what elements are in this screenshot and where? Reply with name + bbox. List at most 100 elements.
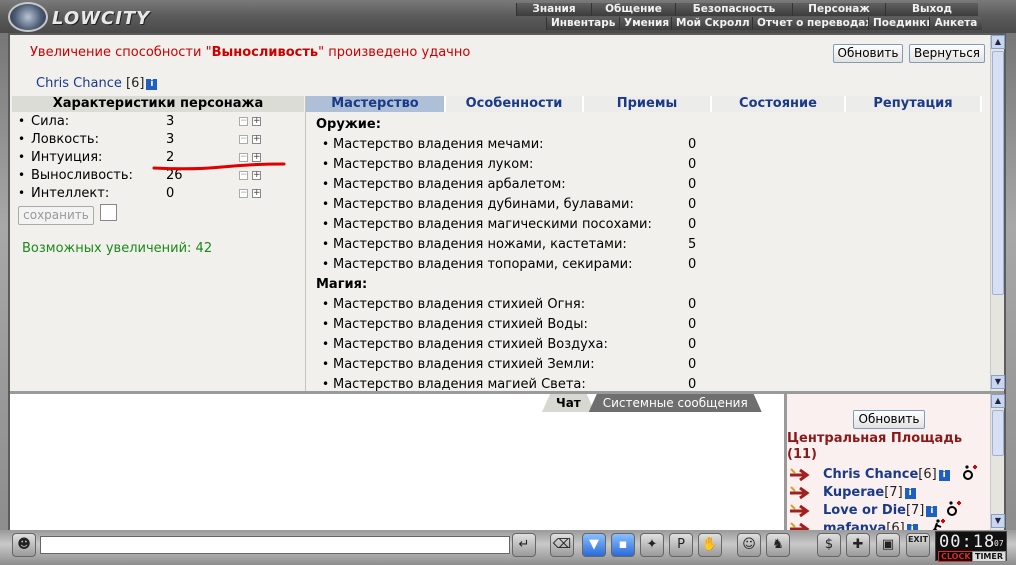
scroll-up-icon[interactable]: ▲ xyxy=(991,35,1005,49)
increase-strength-button[interactable]: + xyxy=(252,117,261,126)
info-icon[interactable]: i xyxy=(146,79,158,90)
save-button[interactable]: сохранить xyxy=(18,206,94,225)
menu-item-battles[interactable]: Поединки xyxy=(868,17,934,30)
stat-label: Выносливость: xyxy=(31,168,133,183)
tab-chat[interactable]: Чат xyxy=(542,394,595,412)
running-man-icon xyxy=(932,519,945,530)
user-name[interactable]: Love or Die[7] i xyxy=(823,503,938,518)
chat-input[interactable] xyxy=(40,536,510,554)
scrollbar-thumb[interactable] xyxy=(992,51,1004,295)
info-icon[interactable]: i xyxy=(926,506,938,517)
clock-label[interactable]: CLOCK xyxy=(938,551,974,562)
online-scrollbar[interactable]: ▲ ▼ xyxy=(990,394,1005,530)
online-users-panel: Обновить Центральная Площадь (11) Chris … xyxy=(787,394,990,530)
logo-emblem-icon xyxy=(8,2,48,32)
scroll-up-icon[interactable]: ▲ xyxy=(991,394,1005,408)
menu-item-character[interactable]: Персонаж xyxy=(792,3,885,16)
skill-row: • Мастерство владения мечами: 0 xyxy=(322,137,697,152)
menu-item-exit[interactable]: Выход xyxy=(885,3,978,16)
inventory-box-icon[interactable]: ▣ xyxy=(876,533,900,557)
menu-item-security[interactable]: Безопасность xyxy=(675,3,792,16)
exit-door-icon[interactable]: EXIT xyxy=(906,533,930,557)
red-annotation-line xyxy=(152,162,286,171)
user-name[interactable]: mafanya[6] i xyxy=(823,521,918,530)
skill-row: • Мастерство владения магией Света: 0 xyxy=(322,377,697,391)
clock-time: 00:18 xyxy=(939,532,996,552)
skill-row: • Мастерство владения арбалетом: 0 xyxy=(322,177,697,192)
stat-row-strength: • Сила: 3 − + xyxy=(18,114,261,129)
speaker-head-icon[interactable]: ☻ xyxy=(12,533,36,557)
tab-reputation[interactable]: Репутация xyxy=(846,96,982,112)
logo-text: LOWCITY xyxy=(52,8,151,29)
save-checkbox[interactable] xyxy=(100,204,117,221)
decrease-strength-button[interactable]: − xyxy=(239,117,248,126)
refresh-button[interactable]: Обновить xyxy=(833,44,903,63)
menu-item-my-scroll[interactable]: Мой Скролл xyxy=(671,17,752,30)
attack-arrow-icon[interactable] xyxy=(789,504,811,518)
scroll-down-icon[interactable]: ▼ xyxy=(991,375,1005,389)
knight-helmet-icon[interactable]: ♞ xyxy=(766,533,790,557)
menu-item-communication[interactable]: Общение xyxy=(591,3,675,16)
chat-area[interactable]: Чат Системные сообщения xyxy=(10,394,784,530)
user-row: Chris Chance[6] i xyxy=(789,465,989,485)
attack-arrow-icon[interactable] xyxy=(789,468,811,482)
menu-item-inventory[interactable]: Инвентарь xyxy=(546,17,619,30)
info-icon[interactable]: i xyxy=(904,488,916,499)
increase-agility-button[interactable]: + xyxy=(252,135,261,144)
info-icon[interactable]: i xyxy=(938,470,950,481)
eraser-icon[interactable]: ⌫ xyxy=(550,533,574,557)
message-stat-name: Выносливость xyxy=(211,45,319,60)
tab-mastery[interactable]: Мастерство xyxy=(306,96,446,112)
menu-item-skills[interactable]: Умения xyxy=(619,17,671,30)
smiley-icon[interactable]: ☺ xyxy=(737,533,761,557)
user-name[interactable]: Chris Chance[6] i xyxy=(823,467,950,482)
magic-header: Магия: xyxy=(316,277,368,292)
attack-arrow-icon[interactable] xyxy=(789,522,811,530)
skill-row: • Мастерство владения магическими посохам… xyxy=(322,217,697,232)
backpack-icon[interactable]: ✚ xyxy=(846,533,870,557)
skill-row: • Мастерство владения стихией Земли: 0 xyxy=(322,357,697,372)
send-enter-icon[interactable]: ↵ xyxy=(512,533,536,557)
scrollbar-thumb[interactable] xyxy=(992,410,1004,456)
increase-intellect-button[interactable]: + xyxy=(252,189,261,198)
character-name[interactable]: Chris Chance [6] i xyxy=(36,76,158,91)
tab-features[interactable]: Особенности xyxy=(446,96,584,112)
clock-seconds: 07 xyxy=(994,539,1004,548)
timer-label[interactable]: TIMER xyxy=(972,551,1007,562)
sub-menu: Инвентарь Умения Мой Скролл Отчет о пере… xyxy=(546,17,982,30)
skill-row: • Мастерство владения стихией Огня: 0 xyxy=(322,297,697,312)
scroll-down-icon[interactable]: ▼ xyxy=(991,514,1005,528)
stat-label: Ловкость: xyxy=(31,132,99,147)
panel-divider xyxy=(305,96,306,391)
menu-item-transfer-report[interactable]: Отчет о переводах xyxy=(752,17,872,30)
decrease-agility-button[interactable]: − xyxy=(239,135,248,144)
chat-tabs: Чат Системные сообщения xyxy=(542,394,756,412)
user-name[interactable]: Kuperae[7] i xyxy=(823,485,916,500)
online-refresh-button[interactable]: Обновить xyxy=(853,410,925,429)
stat-value: 3 xyxy=(166,132,175,147)
content-scrollbar[interactable]: ▲ ▼ xyxy=(990,35,1005,391)
running-man-icon[interactable]: ✦ xyxy=(640,533,664,557)
private-letter-icon[interactable]: P xyxy=(669,533,693,557)
stat-label: Интуиция: xyxy=(31,150,103,165)
character-panel: Увеличение способности "Выносливость" пр… xyxy=(10,35,990,391)
main-window: Увеличение способности "Выносливость" пр… xyxy=(8,33,1006,530)
character-level: [6] xyxy=(126,76,145,91)
user-row: mafanya[6] i xyxy=(789,519,989,530)
back-button[interactable]: Вернуться xyxy=(909,44,985,63)
tab-system-messages[interactable]: Системные сообщения xyxy=(589,394,762,412)
tab-techniques[interactable]: Приемы xyxy=(584,96,712,112)
money-bag-icon[interactable]: $ xyxy=(817,533,841,557)
save-disk-icon[interactable]: ▪ xyxy=(611,533,635,557)
menu-item-knowledge[interactable]: Знания xyxy=(516,3,591,16)
skill-row: • Мастерство владения ножами, кастетами: 5 xyxy=(322,237,697,252)
location-name: Центральная Площадь (11) xyxy=(787,431,963,462)
tab-state[interactable]: Состояние xyxy=(712,96,846,112)
skill-row: • Мастерство владения стихией Воды: 0 xyxy=(322,317,697,332)
success-message: Увеличение способности "Выносливость" пр… xyxy=(30,45,471,60)
menu-item-profile[interactable]: Анкета xyxy=(929,17,982,30)
decrease-intellect-button[interactable]: − xyxy=(239,189,248,198)
hands-icon[interactable]: ✋ xyxy=(698,533,722,557)
filter-icon[interactable]: ▼ xyxy=(582,533,606,557)
attack-arrow-icon[interactable] xyxy=(789,486,811,500)
